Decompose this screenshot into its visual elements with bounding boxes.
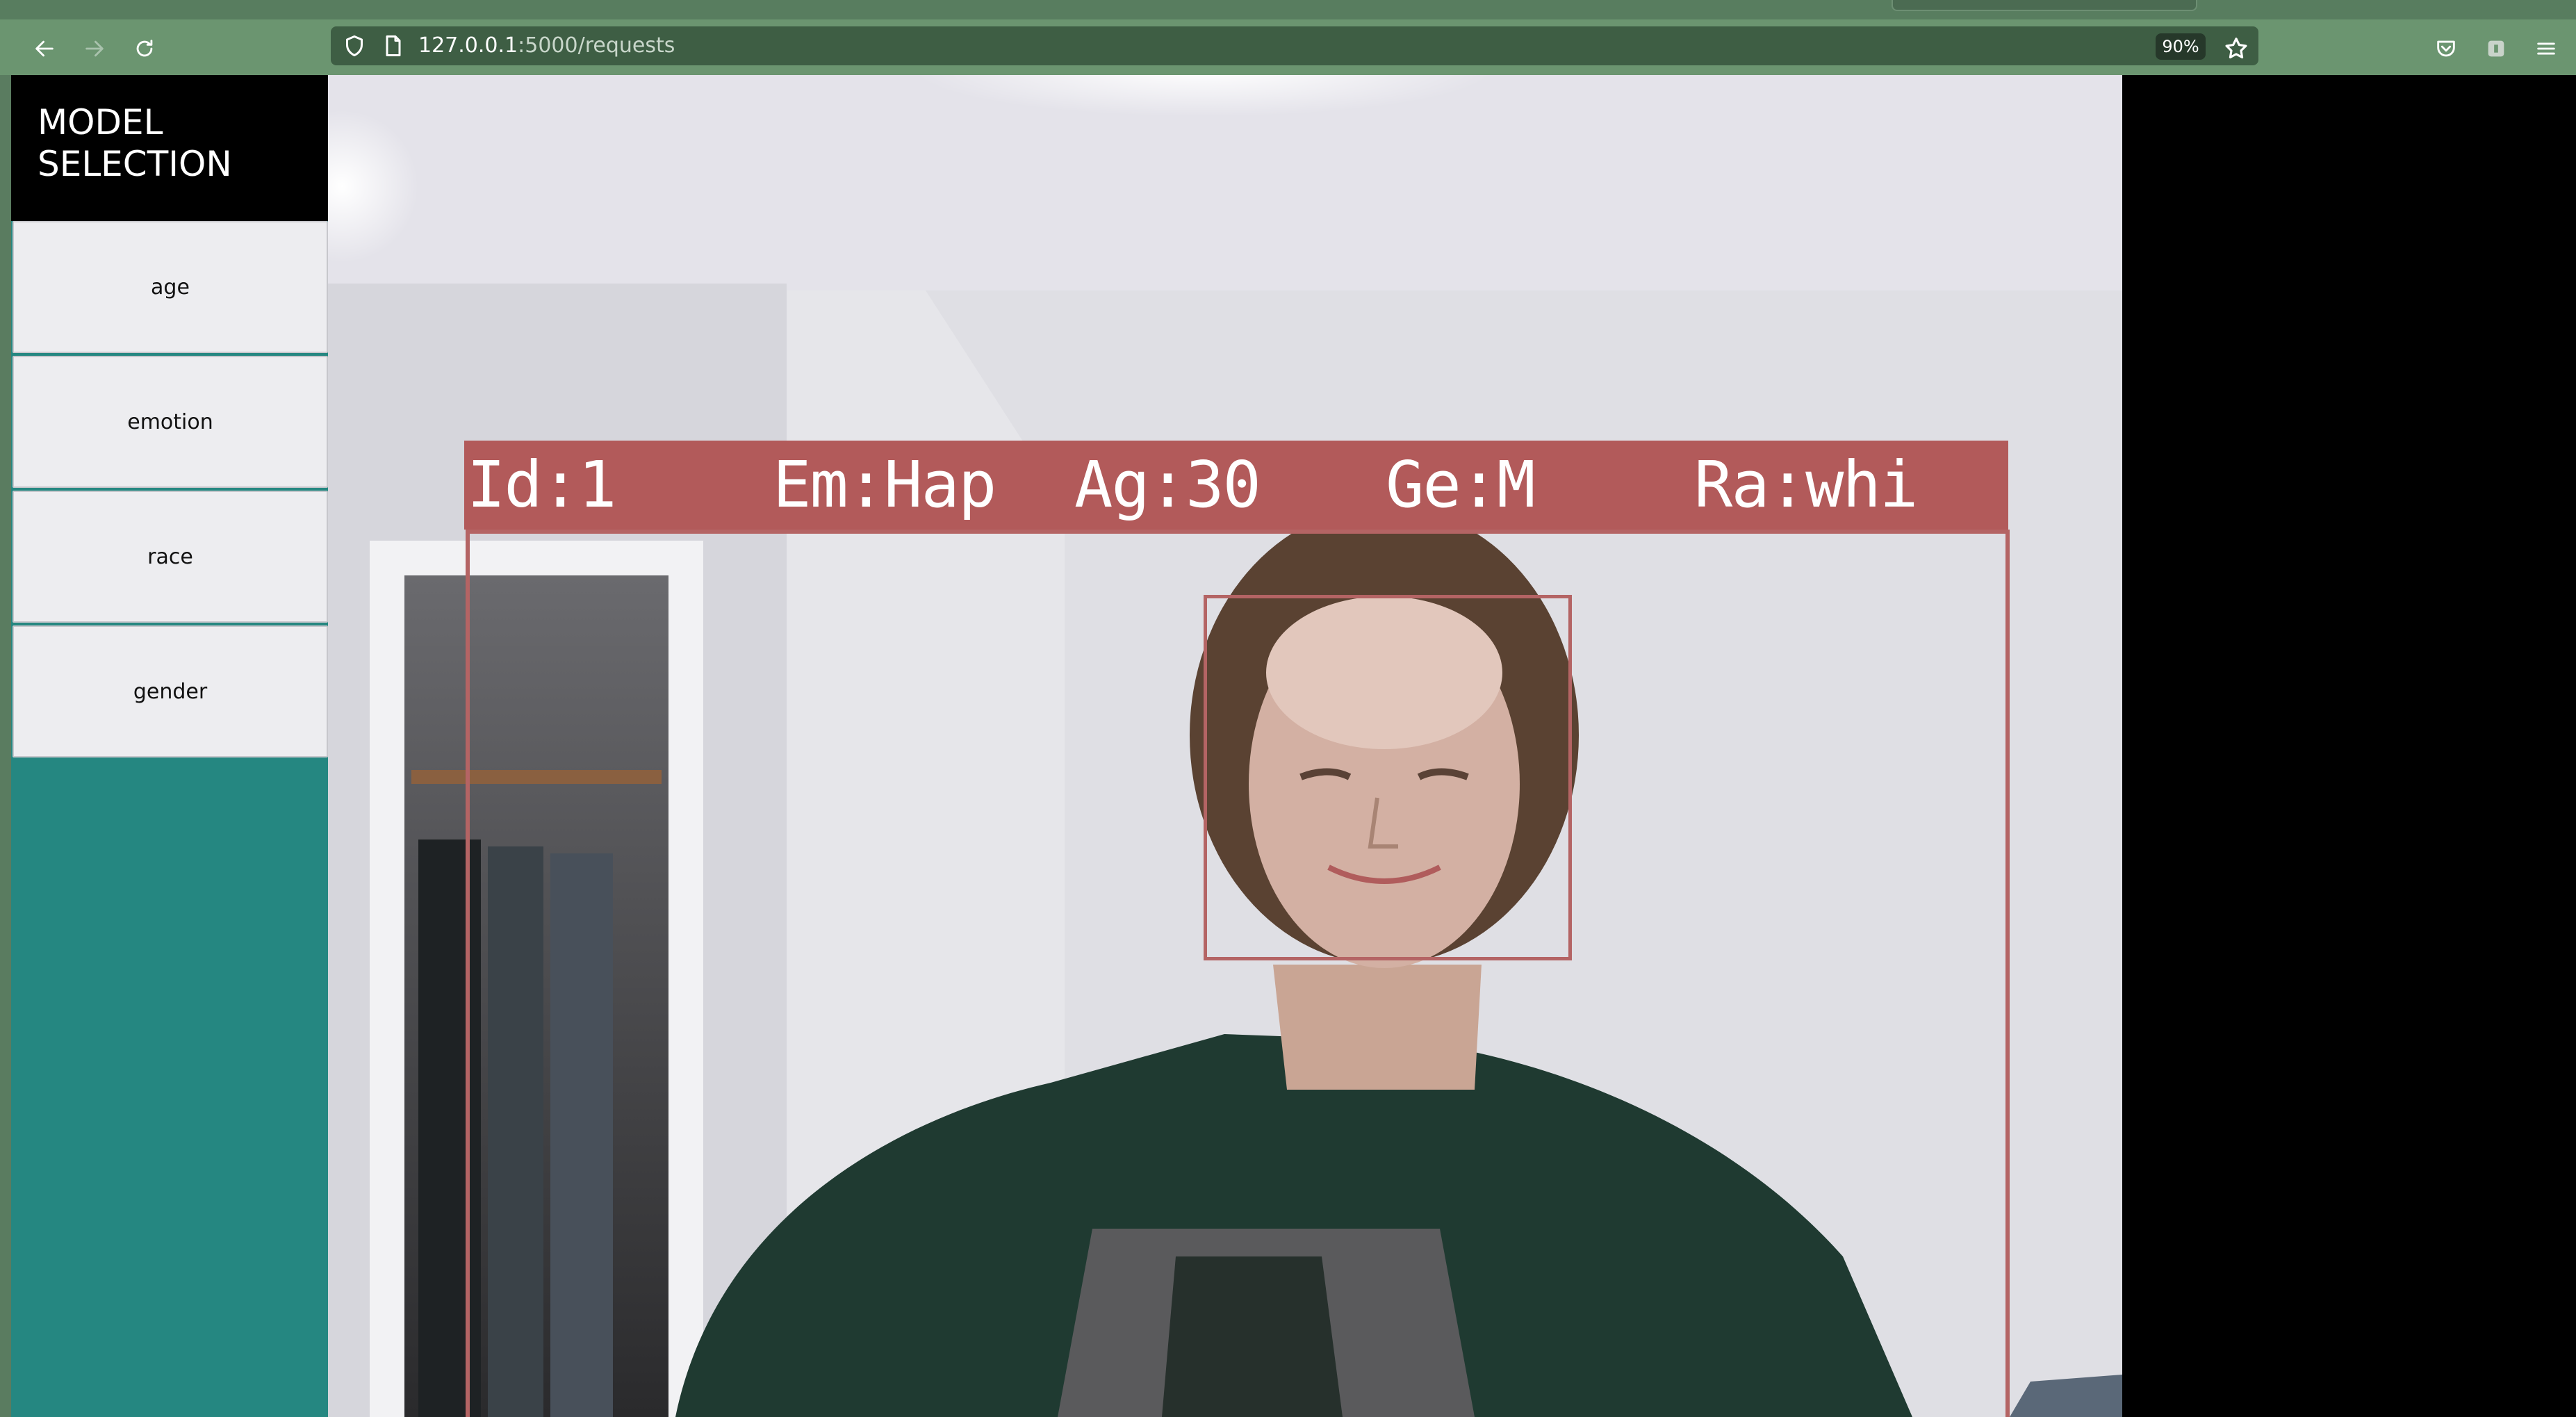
menu-icon	[2537, 42, 2555, 55]
page-icon	[386, 35, 401, 56]
forward-icon	[85, 40, 104, 57]
empty-page-area	[2122, 75, 2576, 1417]
back-button[interactable]	[26, 31, 63, 67]
detection-race-label: Ra:whi	[1694, 448, 1918, 522]
face-bounding-box	[1204, 595, 1572, 960]
window-edge	[0, 75, 11, 1417]
star-icon	[2225, 38, 2247, 59]
detection-emotion-label: Em:Hap	[773, 448, 996, 522]
gender-button[interactable]: gender	[13, 625, 328, 757]
detection-gender-label: Ge:M	[1386, 448, 1536, 522]
address-bar[interactable]: 127.0.0.1:5000/requests	[331, 26, 2258, 65]
url-path: :5000/requests	[518, 33, 675, 58]
model-selection-sidebar: MODEL SELECTION age emotion race gender	[11, 75, 328, 1417]
tab-edge[interactable]	[1892, 0, 2197, 11]
pocket-button[interactable]	[2428, 31, 2464, 67]
reload-button[interactable]	[126, 31, 163, 67]
tab-strip	[0, 0, 2576, 19]
age-button[interactable]: age	[13, 221, 328, 353]
pocket-icon	[2437, 40, 2455, 57]
webcam-video-feed: Id:1 Em:Hap Ag:30 Ge:M Ra:whi	[328, 75, 2122, 1417]
emotion-button[interactable]: emotion	[13, 356, 328, 488]
url-text[interactable]: 127.0.0.1:5000/requests	[418, 32, 675, 60]
extension-icon	[2488, 40, 2504, 57]
detection-id-label: Id:1	[467, 448, 617, 522]
sidebar-title: MODEL SELECTION	[38, 102, 232, 184]
detection-age-label: Ag:30	[1074, 448, 1261, 522]
page-content: MODEL SELECTION age emotion race gender	[0, 75, 2576, 1417]
sidebar-header: MODEL SELECTION	[11, 75, 328, 221]
menu-button[interactable]	[2528, 31, 2564, 67]
extension-button[interactable]	[2478, 31, 2514, 67]
reload-icon	[136, 40, 153, 57]
url-host: 127.0.0.1	[418, 33, 518, 58]
back-icon	[35, 40, 54, 57]
forward-button[interactable]	[76, 31, 113, 67]
bookmark-button[interactable]	[2218, 31, 2254, 67]
race-button[interactable]: race	[13, 491, 328, 623]
zoom-level-badge[interactable]: 90%	[2156, 33, 2206, 60]
shield-icon[interactable]	[342, 33, 367, 58]
